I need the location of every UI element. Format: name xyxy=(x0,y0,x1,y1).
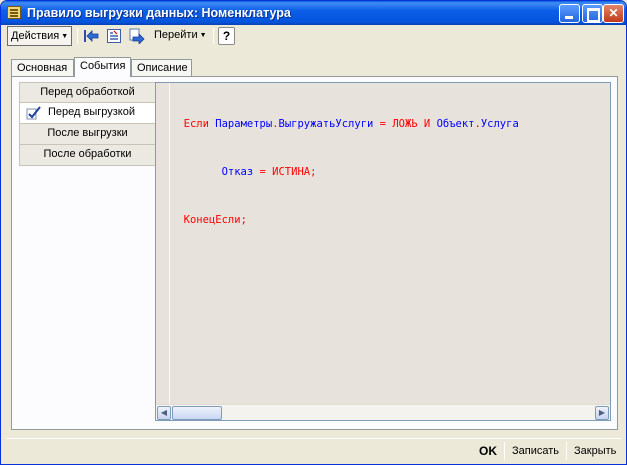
keyword: ИСТИНА xyxy=(272,166,311,178)
event-item-before-processing[interactable]: Перед обработкой xyxy=(19,82,156,103)
operator: = xyxy=(253,166,273,178)
close-window-button[interactable]: ✕ xyxy=(603,4,624,23)
dropdown-arrow-icon: ▼ xyxy=(61,33,69,40)
list-icon[interactable] xyxy=(106,28,122,44)
identifier: Услуга xyxy=(480,118,519,130)
event-list: Перед обработкой Перед выгрузкой После в… xyxy=(19,82,156,166)
goto-label: Перейти xyxy=(154,29,198,41)
identifier: Отказ xyxy=(221,166,254,178)
title-bar[interactable]: Правило выгрузки данных: Номенклатура ✕ xyxy=(1,1,626,25)
event-item-after-export[interactable]: После выгрузки xyxy=(19,124,156,145)
event-item-label: Перед выгрузкой xyxy=(48,106,135,118)
horizontal-scrollbar[interactable]: ◀ ▶ xyxy=(156,404,610,420)
actions-label: Действия xyxy=(11,30,60,42)
code-line: Отказ = ИСТИНА; xyxy=(171,164,610,180)
event-item-after-processing[interactable]: После обработки xyxy=(19,145,156,166)
dropdown-arrow-icon: ▼ xyxy=(199,32,207,39)
events-tab-panel: Перед обработкой Перед выгрузкой После в… xyxy=(11,76,618,430)
scroll-left-icon[interactable]: ◀ xyxy=(157,406,171,420)
ok-button[interactable]: OK xyxy=(475,441,501,461)
back-arrow-icon[interactable] xyxy=(83,28,99,44)
window-title: Правило выгрузки данных: Номенклатура xyxy=(27,6,291,20)
code-text[interactable]: Если Параметры.ВыгружатьУслуги = ЛОЖЬ И … xyxy=(171,83,610,404)
identifier: Объект xyxy=(436,118,475,130)
divider xyxy=(504,442,505,460)
toolbar-separator xyxy=(77,28,78,44)
keyword: И xyxy=(417,118,437,130)
bottom-button-bar: OK Записать Закрыть xyxy=(1,438,626,462)
forward-arrow-icon[interactable] xyxy=(129,28,145,44)
goto-menu-button[interactable]: Перейти ▼ xyxy=(151,26,210,46)
code-line: КонецЕсли; xyxy=(171,212,610,228)
code-editor[interactable]: Если Параметры.ВыгружатьУслуги = ЛОЖЬ И … xyxy=(155,82,611,421)
divider xyxy=(566,442,567,460)
event-item-before-export[interactable]: Перед выгрузкой xyxy=(19,103,156,124)
tab-main[interactable]: Основная xyxy=(11,59,74,76)
keyword: ЛОЖЬ xyxy=(392,118,418,130)
keyword: КонецЕсли xyxy=(183,214,241,226)
operator: ; xyxy=(240,214,247,226)
help-button[interactable]: ? xyxy=(218,27,235,45)
editor-gutter xyxy=(156,83,170,404)
scroll-right-icon[interactable]: ▶ xyxy=(595,406,609,420)
toolbar-separator xyxy=(213,28,214,44)
tab-events[interactable]: События xyxy=(74,57,131,77)
checkmark-icon xyxy=(26,106,41,120)
actions-menu-button[interactable]: Действия ▼ xyxy=(7,26,73,46)
maximize-button[interactable] xyxy=(582,4,603,23)
identifier: ВыгружатьУслуги xyxy=(278,118,374,130)
rule-window: Правило выгрузки данных: Номенклатура ✕ … xyxy=(0,0,627,465)
code-line: Если Параметры.ВыгружатьУслуги = ЛОЖЬ И … xyxy=(171,116,610,132)
divider xyxy=(6,438,621,439)
identifier: Параметры xyxy=(215,118,273,130)
scrollbar-thumb[interactable] xyxy=(172,406,222,420)
save-button[interactable]: Записать xyxy=(508,441,563,461)
close-button[interactable]: Закрыть xyxy=(570,441,620,461)
tab-description[interactable]: Описание xyxy=(131,59,192,76)
minimize-button[interactable] xyxy=(559,4,580,23)
window-icon xyxy=(7,6,21,19)
toolbar: Действия ▼ Перейти ▼ ? xyxy=(4,25,623,47)
keyword: Если xyxy=(183,118,209,130)
operator: ; xyxy=(310,166,317,178)
operator: = xyxy=(373,118,393,130)
